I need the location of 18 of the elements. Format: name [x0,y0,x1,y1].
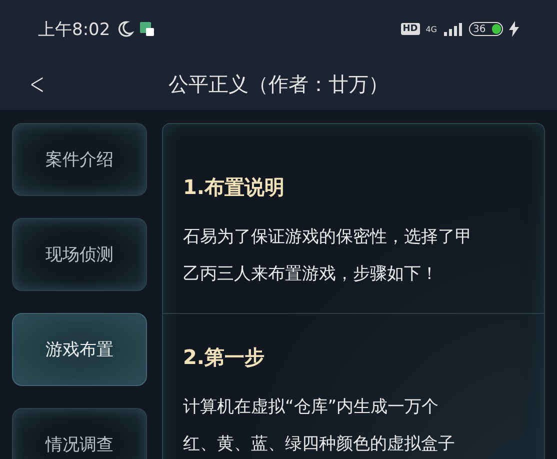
sidebar-tab[interactable]: 案件介绍 [12,123,147,196]
section-text: 计算机在虚拟“仓库”内生成一万个 红、黄、蓝、绿四种颜色的虚拟盒子 [183,396,456,456]
battery-indicator: 36 [469,22,503,36]
network-label: 4G [426,24,437,34]
moon-icon [116,20,134,38]
signal-icon [443,22,463,36]
hd-badge: HD [400,23,420,35]
section-heading: 1.布置说明 [183,174,286,201]
sidebar-tab[interactable]: 现场侦测 [12,218,147,291]
section-heading: 2.第一步 [183,344,266,371]
section-text: 石易为了保证游戏的保密性，选择了甲 乙丙三人来布置游戏，步骤如下！ [183,226,473,286]
page-title: 公平正义（作者：廿万） [168,70,388,98]
sidebar-tab[interactable]: 情况调查 [12,408,147,459]
status-time: 上午8:02 [38,18,110,40]
sidebar-tab[interactable]: 游戏布置 [12,313,147,386]
message-icon [140,22,154,36]
charging-icon [509,21,519,37]
back-button[interactable]: < [23,66,51,102]
